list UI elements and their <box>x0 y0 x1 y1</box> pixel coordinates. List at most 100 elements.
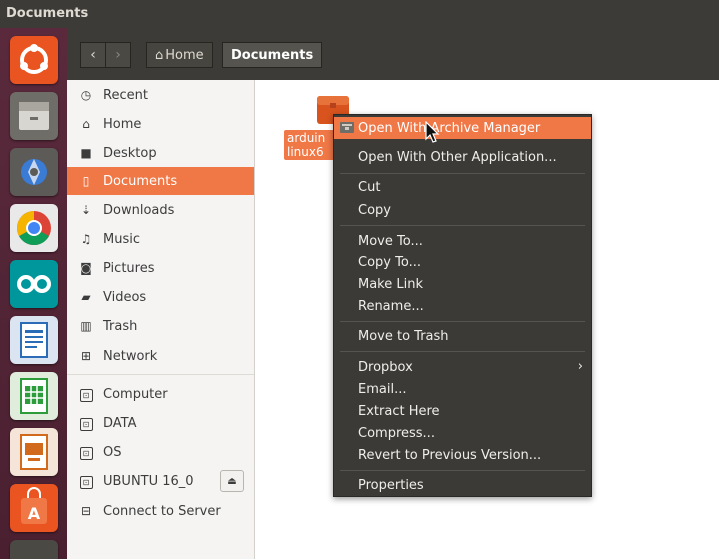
sidebar-item-label: Pictures <box>103 260 155 276</box>
server-icon: ⊟ <box>80 504 92 518</box>
file-name-line-2: linux6 <box>287 145 324 159</box>
drive-icon: ⊡ <box>79 474 93 489</box>
eject-button[interactable]: ⏏ <box>220 470 244 492</box>
eject-icon: ⏏ <box>227 475 237 487</box>
menu-item-label: Open With Other Application... <box>358 149 557 165</box>
download-icon: ⇣ <box>80 203 92 217</box>
ubuntu-dash-icon[interactable] <box>10 36 58 84</box>
forward-arrow-icon: › <box>115 47 121 63</box>
system-settings-icon[interactable] <box>10 148 58 196</box>
extra-launcher-icon[interactable] <box>10 540 58 559</box>
menu-item-label: Cut <box>358 179 381 195</box>
sidebar-item-label: Home <box>103 116 142 132</box>
back-button[interactable]: ‹ <box>80 42 106 68</box>
menu-item-extract-here[interactable]: Extract Here <box>334 400 591 422</box>
submenu-arrow-icon: › <box>577 359 583 374</box>
file-name-line-1: arduin <box>287 131 326 145</box>
drive-icon: ⊡ <box>79 445 93 460</box>
menu-item-compress[interactable]: Compress... <box>334 422 591 444</box>
menu-item-label: Copy To... <box>358 254 421 270</box>
sidebar-item-home[interactable]: ⌂ Home <box>67 110 254 138</box>
chrome-icon[interactable] <box>10 204 58 252</box>
breadcrumb-home[interactable]: ⌂ Home <box>146 42 213 68</box>
back-arrow-icon: ‹ <box>90 47 96 63</box>
menu-item-make-link[interactable]: Make Link <box>334 273 591 295</box>
video-icon: ▰ <box>81 290 91 304</box>
menu-separator <box>340 470 585 471</box>
header-bar: ‹ › ⌂ Home Documents <box>67 28 719 80</box>
sidebar-item-trash[interactable]: ▥ Trash <box>67 312 254 340</box>
libreoffice-writer-icon[interactable] <box>10 316 58 364</box>
menu-item-open-with-archive-manager[interactable]: Open With Archive Manager <box>334 117 591 139</box>
menu-item-label: Properties <box>358 477 424 493</box>
sidebar-item-documents[interactable]: ▯ Documents <box>67 167 254 195</box>
sidebar-item-label: Connect to Server <box>103 503 221 519</box>
sidebar-item-desktop[interactable]: ■ Desktop <box>67 139 254 167</box>
menu-item-label: Compress... <box>358 425 435 441</box>
sidebar-item-label: DATA <box>103 415 137 431</box>
sidebar-item-label: Downloads <box>103 202 175 218</box>
sidebar-item-computer[interactable]: ⊡ Computer <box>67 380 254 408</box>
sidebar: ◷ Recent ⌂ Home ■ Desktop ▯ Documents ⇣ … <box>67 80 255 559</box>
menu-separator <box>340 351 585 352</box>
sidebar-item-label: Documents <box>103 173 178 189</box>
sidebar-item-data[interactable]: ⊡ DATA <box>67 409 254 437</box>
menu-separator <box>340 225 585 226</box>
launcher: A <box>0 28 67 559</box>
menu-item-move-to[interactable]: Move To... <box>334 230 591 252</box>
sidebar-item-ubuntu-16[interactable]: ⊡ UBUNTU 16_0 ⏏ <box>67 467 254 495</box>
menu-item-label: Revert to Previous Version... <box>358 447 542 463</box>
menu-item-label: Make Link <box>358 276 423 292</box>
file-name-label: arduin linux6 <box>284 130 340 160</box>
menu-item-label: Move to Trash <box>358 328 449 344</box>
menu-item-label: Move To... <box>358 233 423 249</box>
menu-separator <box>340 173 585 174</box>
sidebar-item-os[interactable]: ⊡ OS <box>67 438 254 466</box>
breadcrumb-documents[interactable]: Documents <box>222 42 323 68</box>
sidebar-item-label: Music <box>103 231 140 247</box>
menu-item-properties[interactable]: Properties <box>334 474 591 496</box>
drive-icon: ⊡ <box>79 416 93 431</box>
window-title: Documents <box>6 6 89 21</box>
breadcrumb-home-label: Home <box>165 47 204 63</box>
menu-item-move-to-trash[interactable]: Move to Trash <box>334 325 591 347</box>
software-center-icon[interactable]: A <box>10 484 58 532</box>
svg-text:A: A <box>28 504 41 523</box>
libreoffice-calc-icon[interactable] <box>10 372 58 420</box>
sidebar-item-label: Network <box>103 348 158 364</box>
menu-item-label: Open With Archive Manager <box>358 120 541 136</box>
forward-button[interactable]: › <box>105 42 131 68</box>
document-icon: ▯ <box>82 174 90 188</box>
menu-separator <box>340 321 585 322</box>
sidebar-item-connect-to-server[interactable]: ⊟ Connect to Server <box>67 497 254 525</box>
files-icon[interactable] <box>10 92 58 140</box>
home-icon: ⌂ <box>82 117 90 131</box>
archive-manager-icon <box>340 122 354 133</box>
menu-item-revert-to-previous-version[interactable]: Revert to Previous Version... <box>334 444 591 466</box>
menu-item-email[interactable]: Email... <box>334 378 591 400</box>
menu-item-copy-to[interactable]: Copy To... <box>334 251 591 273</box>
menu-item-rename[interactable]: Rename... <box>334 295 591 317</box>
sidebar-item-pictures[interactable]: ◙ Pictures <box>67 254 254 282</box>
menu-item-label: Email... <box>358 381 407 397</box>
menu-item-dropbox[interactable]: Dropbox › <box>334 356 591 378</box>
menu-item-label: Rename... <box>358 298 424 314</box>
sidebar-item-recent[interactable]: ◷ Recent <box>67 81 254 109</box>
camera-icon: ◙ <box>80 261 92 275</box>
menu-item-copy[interactable]: Copy <box>334 199 591 221</box>
menu-item-open-with-other-application[interactable]: Open With Other Application... <box>334 146 591 168</box>
sidebar-item-label: UBUNTU 16_0 <box>103 473 194 489</box>
arduino-icon[interactable] <box>10 260 58 308</box>
home-icon: ⌂ <box>155 47 164 63</box>
breadcrumb-current-label: Documents <box>231 47 314 63</box>
sidebar-separator <box>67 374 254 375</box>
sidebar-item-network[interactable]: ⊞ Network <box>67 342 254 370</box>
mouse-cursor-icon <box>425 121 440 143</box>
sidebar-item-music[interactable]: ♫ Music <box>67 225 254 253</box>
clock-icon: ◷ <box>80 88 92 102</box>
music-icon: ♫ <box>80 232 92 246</box>
sidebar-item-videos[interactable]: ▰ Videos <box>67 283 254 311</box>
menu-item-cut[interactable]: Cut <box>334 176 591 198</box>
libreoffice-impress-icon[interactable] <box>10 428 58 476</box>
sidebar-item-downloads[interactable]: ⇣ Downloads <box>67 196 254 224</box>
